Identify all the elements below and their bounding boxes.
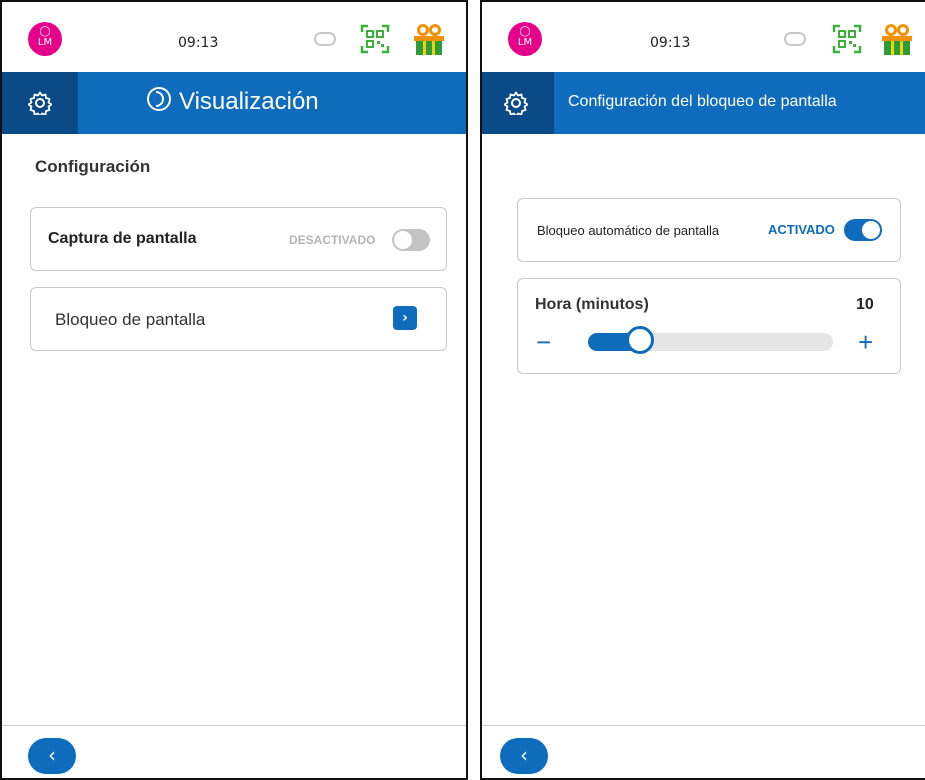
gift-icon[interactable]	[412, 24, 446, 56]
avatar[interactable]: ◯ LM	[28, 22, 62, 56]
clock-time: 09:13	[650, 35, 691, 51]
avatar-initials: LM	[37, 37, 53, 48]
footer-divider	[2, 725, 466, 726]
section-title: Configuración	[35, 157, 151, 176]
toggle-knob	[862, 221, 880, 239]
avatar-initials: LM	[517, 37, 533, 48]
avatar[interactable]: ◯ LM	[508, 22, 542, 56]
toggle-knob	[394, 231, 412, 249]
screenshot-label: Captura de pantalla	[48, 230, 197, 247]
sync-icon	[314, 32, 336, 46]
back-button[interactable]: ‹	[500, 738, 548, 774]
timeout-value: 10	[856, 296, 874, 313]
screen-lock-settings-screen: ◯ LM 09:13 Configuración del bloqueo de …	[480, 0, 925, 780]
screen-lock-row[interactable]: Bloqueo de pantalla ›	[30, 287, 447, 351]
page-title: Visualización	[147, 87, 319, 116]
qr-code-icon[interactable]	[360, 24, 390, 54]
auto-lock-toggle[interactable]	[844, 219, 882, 241]
clock-time: 09:13	[178, 35, 219, 51]
screenshot-state: DESACTIVADO	[289, 233, 376, 247]
visualization-screen: ◯ LM 09:13 Visualización Configuración C…	[0, 0, 468, 780]
screenshot-toggle[interactable]	[392, 229, 430, 251]
auto-lock-label: Bloqueo automático de pantalla	[537, 223, 720, 238]
auto-lock-state: ACTIVADO	[768, 222, 835, 237]
chevron-left-icon: ‹	[48, 743, 56, 767]
screenshot-setting-row: Captura de pantalla DESACTIVADO	[30, 207, 447, 271]
timeout-label: Hora (minutos)	[535, 296, 649, 313]
person-icon: ◯	[39, 26, 51, 37]
auto-lock-row: Bloqueo automático de pantalla ACTIVADO	[517, 198, 901, 262]
timeout-setting-card: Hora (minutos) 10 − +	[517, 278, 901, 374]
footer-divider	[482, 725, 925, 726]
person-icon: ◯	[519, 26, 531, 37]
header-bar: Configuración del bloqueo de pantalla	[482, 72, 925, 134]
page-title: Configuración del bloqueo de pantalla	[568, 93, 837, 110]
settings-button[interactable]	[482, 72, 554, 134]
plus-icon[interactable]: +	[858, 327, 873, 358]
back-button[interactable]: ‹	[28, 738, 76, 774]
gear-icon	[28, 91, 52, 115]
header-bar: Visualización	[2, 72, 466, 134]
chevron-left-icon: ‹	[520, 743, 528, 767]
sync-icon	[784, 32, 806, 46]
screen-lock-label: Bloqueo de pantalla	[55, 310, 206, 329]
chevron-right-icon[interactable]: ›	[393, 306, 417, 330]
settings-button[interactable]	[2, 72, 78, 134]
gear-icon	[504, 91, 528, 115]
minus-icon[interactable]: −	[536, 327, 551, 358]
gift-icon[interactable]	[880, 24, 914, 56]
status-bar: ◯ LM 09:13	[482, 2, 925, 72]
slider-thumb[interactable]	[626, 326, 655, 354]
display-icon	[147, 87, 171, 111]
qr-code-icon[interactable]	[832, 24, 862, 54]
page-title-text: Visualización	[179, 88, 319, 115]
status-bar: ◯ LM 09:13	[2, 2, 466, 72]
timeout-slider[interactable]	[588, 326, 833, 354]
